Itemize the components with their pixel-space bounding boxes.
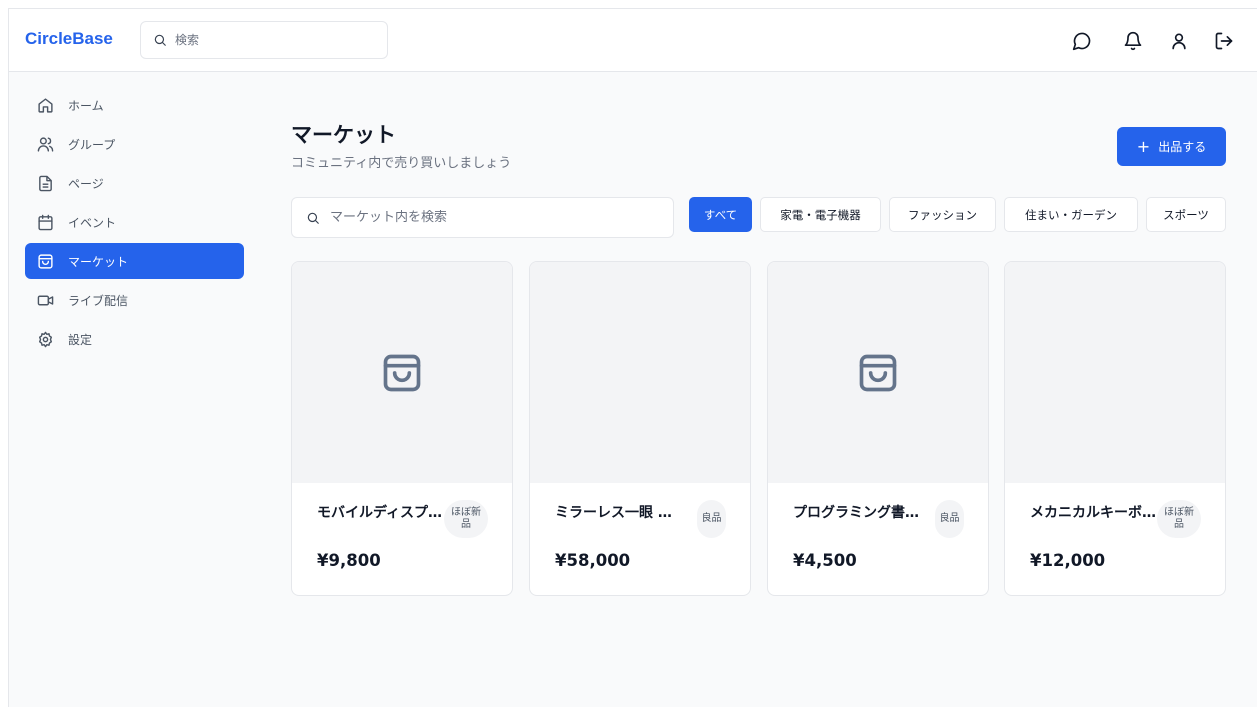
- home-icon: [38, 97, 53, 113]
- filter-chip-fashion[interactable]: ファッション: [889, 197, 996, 232]
- logout-icon[interactable]: [1213, 30, 1235, 52]
- sidebar-item-groups[interactable]: グループ: [25, 126, 244, 162]
- condition-badge: 良品: [697, 500, 726, 538]
- bell-icon[interactable]: [1122, 30, 1144, 52]
- chat-icon[interactable]: [1071, 30, 1093, 52]
- sidebar-item-label: ページ: [68, 176, 104, 191]
- filter-chip-all[interactable]: すべて: [689, 197, 752, 232]
- sidebar-item-label: ライブ配信: [68, 293, 129, 308]
- product-name: メカニカルキーボード: [1030, 505, 1160, 521]
- shopping-bag-icon: [859, 354, 897, 391]
- user-icon[interactable]: [1168, 30, 1190, 52]
- filter-chip-home-garden[interactable]: 住まい・ガーデン: [1004, 197, 1138, 232]
- product-card[interactable]: メカニカルキーボード ほぼ新品 ¥12,000: [1004, 261, 1226, 596]
- filter-chip-sports[interactable]: スポーツ: [1146, 197, 1226, 232]
- calendar-icon: [38, 214, 53, 230]
- product-price: ¥4,500: [793, 551, 857, 570]
- sidebar-nav: ホーム グループ ページ イベント マーケット ライブ配信 設定: [25, 87, 244, 360]
- product-price: ¥12,000: [1030, 551, 1106, 570]
- shopping-bag-icon: [383, 354, 421, 391]
- sidebar-item-label: マーケット: [68, 254, 129, 269]
- product-price: ¥58,000: [555, 551, 631, 570]
- top-header: CircleBase: [9, 9, 1257, 72]
- product-name: モバイルディスプレイ: [317, 505, 447, 521]
- sidebar-item-label: イベント: [68, 215, 117, 230]
- sidebar-item-label: 設定: [68, 332, 93, 347]
- file-icon: [39, 175, 52, 191]
- condition-badge: ほぼ新品: [1157, 500, 1201, 538]
- condition-badge: 良品: [935, 500, 964, 538]
- global-search-input[interactable]: [175, 33, 375, 47]
- page-title: マーケット: [291, 123, 396, 147]
- gear-icon: [38, 331, 53, 347]
- product-name: プログラミング書籍セット: [793, 505, 923, 521]
- product-card[interactable]: プログラミング書籍セット 良品 ¥4,500: [767, 261, 989, 596]
- filter-chip-electronics[interactable]: 家電・電子機器: [760, 197, 881, 232]
- condition-badge: ほぼ新品: [444, 500, 488, 538]
- sell-item-button[interactable]: + 出品する: [1117, 127, 1226, 166]
- market-search-input[interactable]: [330, 210, 660, 225]
- product-image-placeholder: [1005, 262, 1225, 483]
- sidebar-item-market[interactable]: マーケット: [25, 243, 244, 279]
- sidebar-item-settings[interactable]: 設定: [25, 321, 244, 357]
- search-icon: [154, 34, 166, 46]
- sidebar-item-events[interactable]: イベント: [25, 204, 244, 240]
- sidebar-item-pages[interactable]: ページ: [25, 165, 244, 201]
- product-image-placeholder: [530, 262, 750, 483]
- app-logo[interactable]: CircleBase: [25, 29, 113, 49]
- page-subtitle: コミュニティ内で売り買いしましょう: [291, 156, 512, 171]
- video-icon: [37, 295, 54, 305]
- search-icon: [307, 212, 319, 224]
- product-name: ミラーレス一眼 レンズキット: [555, 505, 685, 521]
- market-search[interactable]: [291, 197, 674, 238]
- product-card[interactable]: ミラーレス一眼 レンズキット 良品 ¥58,000: [529, 261, 751, 596]
- product-image-placeholder: [768, 262, 988, 483]
- sidebar-item-live[interactable]: ライブ配信: [25, 282, 244, 318]
- sidebar-item-label: グループ: [68, 137, 116, 152]
- sidebar-item-label: ホーム: [68, 98, 104, 113]
- shopping-bag-icon: [38, 253, 53, 269]
- product-price: ¥9,800: [317, 551, 381, 570]
- product-card[interactable]: モバイルディスプレイ ほぼ新品 ¥9,800: [291, 261, 513, 596]
- app-frame: CircleBase ホーム グループ: [8, 8, 1257, 707]
- sell-button-label: 出品する: [1158, 140, 1207, 154]
- sidebar-item-home[interactable]: ホーム: [25, 87, 244, 123]
- users-icon: [37, 136, 54, 152]
- product-image-placeholder: [292, 262, 512, 483]
- global-search[interactable]: [140, 21, 388, 59]
- plus-icon: +: [1136, 136, 1151, 156]
